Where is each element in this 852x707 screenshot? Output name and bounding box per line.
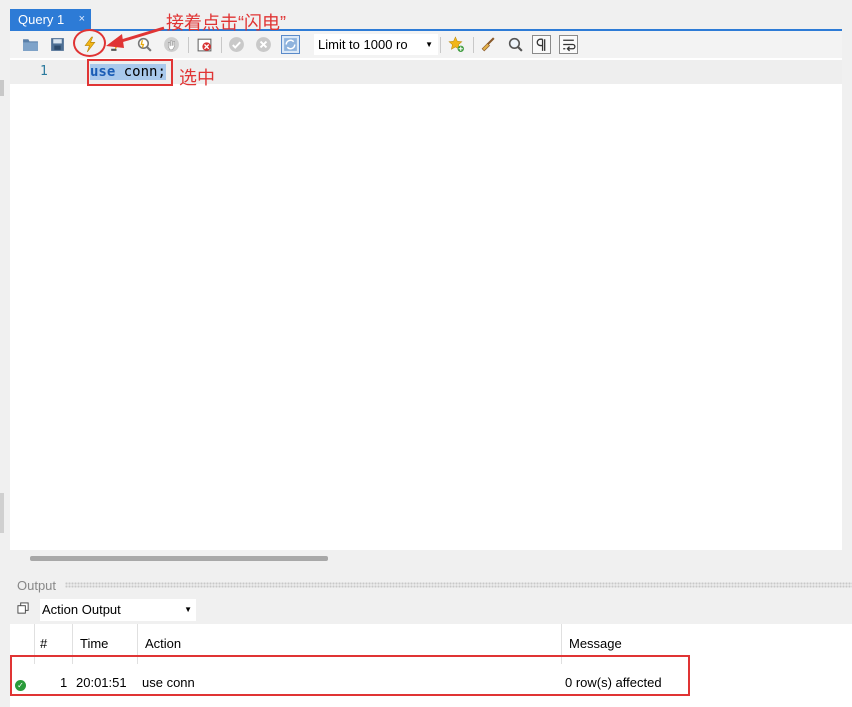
left-edge-marker bbox=[0, 80, 4, 96]
rollback-x-icon[interactable] bbox=[254, 35, 273, 54]
tab-query-1[interactable]: Query 1 × bbox=[10, 9, 91, 30]
column-header-action[interactable]: Action bbox=[145, 636, 181, 651]
invisible-chars-pilcrow-icon[interactable] bbox=[532, 35, 551, 54]
output-toolbar: Action Output ▼ bbox=[10, 597, 852, 623]
chevron-down-icon: ▼ bbox=[184, 605, 192, 614]
limit-rows-value: Limit to 1000 ro bbox=[318, 37, 408, 52]
open-folder-icon[interactable] bbox=[21, 35, 40, 54]
toolbar-separator bbox=[440, 37, 441, 53]
output-type-value: Action Output bbox=[42, 602, 121, 617]
left-edge-marker bbox=[0, 493, 4, 533]
tab-close-icon[interactable]: × bbox=[79, 9, 85, 30]
output-type-select[interactable]: Action Output ▼ bbox=[40, 599, 196, 621]
workbench-window: Query 1 × Limit to 1000 ro ▼ 1 use conn;… bbox=[0, 0, 852, 707]
annotation-arrow-icon bbox=[106, 26, 165, 48]
toggle-error-icon[interactable] bbox=[195, 35, 214, 54]
copy-icon[interactable] bbox=[17, 602, 30, 618]
toolbar-separator bbox=[473, 37, 474, 53]
save-icon[interactable] bbox=[48, 35, 67, 54]
column-header-index[interactable]: # bbox=[40, 636, 47, 651]
find-magnifier-icon[interactable] bbox=[506, 35, 525, 54]
limit-rows-select[interactable]: Limit to 1000 ro ▼ bbox=[314, 34, 438, 55]
add-snippet-star-icon[interactable] bbox=[447, 35, 466, 54]
output-panel-header: Output bbox=[10, 575, 852, 595]
annotation-click-lightning: 接着点击“闪电” bbox=[166, 13, 286, 33]
horizontal-scrollbar-thumb[interactable] bbox=[30, 556, 328, 561]
panel-grip[interactable] bbox=[65, 582, 852, 588]
annotation-select-box bbox=[87, 59, 173, 86]
annotation-select-text: 选中 bbox=[179, 68, 215, 88]
column-header-message[interactable]: Message bbox=[569, 636, 622, 651]
line-number: 1 bbox=[40, 64, 48, 79]
column-header-time[interactable]: Time bbox=[80, 636, 108, 651]
toolbar-separator bbox=[221, 37, 222, 53]
annotation-result-box bbox=[10, 655, 690, 696]
wrap-lines-icon[interactable] bbox=[559, 35, 578, 54]
output-title: Output bbox=[17, 578, 57, 593]
toolbar-separator bbox=[188, 37, 189, 53]
beautify-broom-icon[interactable] bbox=[479, 35, 498, 54]
tab-label: Query 1 bbox=[18, 12, 65, 27]
chevron-down-icon: ▼ bbox=[425, 40, 433, 49]
autocommit-toggle-icon[interactable] bbox=[281, 35, 300, 54]
commit-check-icon[interactable] bbox=[227, 35, 246, 54]
sql-editor[interactable]: 1 use conn; bbox=[10, 58, 842, 561]
